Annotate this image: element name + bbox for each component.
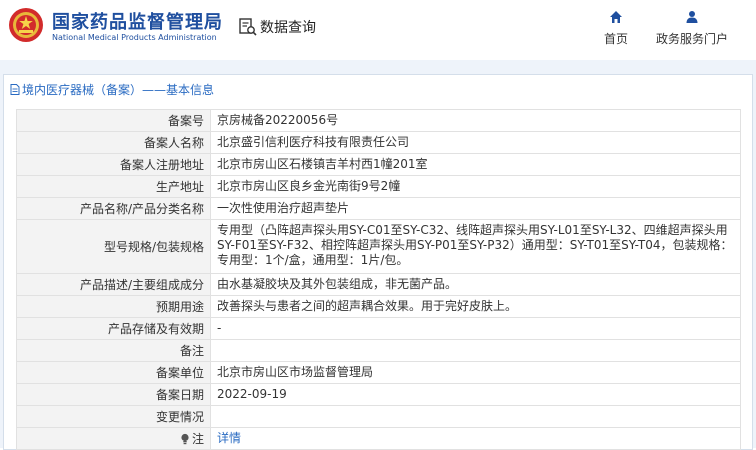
table-row-filer-name: 备案人名称 北京盛引信利医疗科技有限责任公司 — [16, 132, 741, 154]
nav-home[interactable]: 首页 — [604, 10, 628, 47]
info-panel: 境内医疗器械（备案）——基本信息 备案号 京房械备20220056号 备案人名称… — [3, 74, 753, 450]
row-value — [211, 406, 740, 427]
row-value: 北京盛引信利医疗科技有限责任公司 — [217, 135, 410, 149]
row-value: 一次性使用治疗超声垫片 — [217, 201, 350, 215]
panel-title: 境内医疗器械（备案）——基本信息 — [10, 81, 214, 98]
row-value: - — [217, 321, 222, 335]
row-label: 产品描述/主要组成成分 — [17, 274, 211, 295]
home-icon — [610, 11, 622, 23]
table-row-filing-unit: 备案单位 北京市房山区市场监督管理局 — [16, 362, 741, 384]
panel-title-text: 境内医疗器械（备案）——基本信息 — [22, 83, 215, 97]
document-search-icon — [239, 18, 257, 36]
table-row-filing-date: 备案日期 2022-09-19 — [16, 384, 741, 406]
row-label: 备案单位 — [17, 362, 211, 383]
row-label-note: 注 — [17, 428, 211, 449]
row-label: 变更情况 — [17, 406, 211, 427]
table-row-remarks: 备注 — [16, 340, 741, 362]
user-icon — [686, 11, 698, 23]
row-value: 由水基凝胶块及其外包装组成，非无菌产品。 — [217, 277, 458, 291]
row-label: 备案号 — [17, 110, 211, 131]
row-label: 注 — [191, 432, 204, 446]
table-row-model-spec: 型号规格/包装规格 专用型（凸阵超声探头用SY-C01至SY-C32、线阵超声探… — [16, 220, 741, 274]
details-link[interactable]: 详情 — [217, 431, 241, 446]
row-value: 2022-09-19 — [217, 387, 287, 401]
row-label: 产品名称/产品分类名称 — [17, 198, 211, 219]
row-label: 型号规格/包装规格 — [17, 220, 211, 273]
table-row-intended-use: 预期用途 改善探头与患者之间的超声耦合效果。用于完好皮肤上。 — [16, 296, 741, 318]
row-value: 北京市房山区市场监督管理局 — [217, 365, 374, 379]
brand-subtitle: National Medical Products Administration — [52, 33, 217, 42]
info-table: 备案号 京房械备20220056号 备案人名称 北京盛引信利医疗科技有限责任公司… — [16, 109, 741, 450]
table-row-registered-address: 备案人注册地址 北京市房山区石楼镇吉羊村西1幢201室 — [16, 154, 741, 176]
table-row-note: 注 详情 — [16, 428, 741, 450]
document-icon — [10, 84, 20, 95]
table-row-description: 产品描述/主要组成成分 由水基凝胶块及其外包装组成，非无菌产品。 — [16, 274, 741, 296]
data-query-label: 数据查询 — [260, 20, 316, 36]
row-label: 备案日期 — [17, 384, 211, 405]
row-value: 改善探头与患者之间的超声耦合效果。用于完好皮肤上。 — [217, 299, 518, 313]
table-row-product-name: 产品名称/产品分类名称 一次性使用治疗超声垫片 — [16, 198, 741, 220]
row-value: 详情 — [211, 428, 740, 449]
row-label: 备案人名称 — [17, 132, 211, 153]
table-row-record-number: 备案号 京房械备20220056号 — [16, 109, 741, 132]
row-value: 京房械备20220056号 — [217, 113, 339, 127]
table-row-production-address: 生产地址 北京市房山区良乡金光南街9号2幢 — [16, 176, 741, 198]
row-value: 北京市房山区良乡金光南街9号2幢 — [217, 179, 401, 193]
row-value: 北京市房山区石楼镇吉羊村西1幢201室 — [217, 157, 428, 171]
row-label: 产品存储及有效期 — [17, 318, 211, 339]
table-row-storage: 产品存储及有效期 - — [16, 318, 741, 340]
data-query-title: 数据查询 — [238, 16, 316, 38]
table-row-changes: 变更情况 — [16, 406, 741, 428]
row-label: 生产地址 — [17, 176, 211, 197]
row-value — [211, 340, 740, 361]
nav-service-portal-label: 政务服务门户 — [656, 32, 729, 46]
row-label: 备案人注册地址 — [17, 154, 211, 175]
brand-title: 国家药品监督管理局 — [52, 12, 223, 33]
lightbulb-icon — [181, 433, 189, 444]
nav-home-label: 首页 — [604, 32, 629, 46]
national-emblem-icon — [9, 8, 43, 42]
site-header: 国家药品监督管理局 National Medical Products Admi… — [0, 0, 756, 60]
nav-service-portal[interactable]: 政务服务门户 — [656, 10, 728, 47]
row-label: 备注 — [17, 340, 211, 361]
row-label: 预期用途 — [17, 296, 211, 317]
row-value: 专用型（凸阵超声探头用SY-C01至SY-C32、线阵超声探头用SY-L01至S… — [217, 223, 733, 267]
